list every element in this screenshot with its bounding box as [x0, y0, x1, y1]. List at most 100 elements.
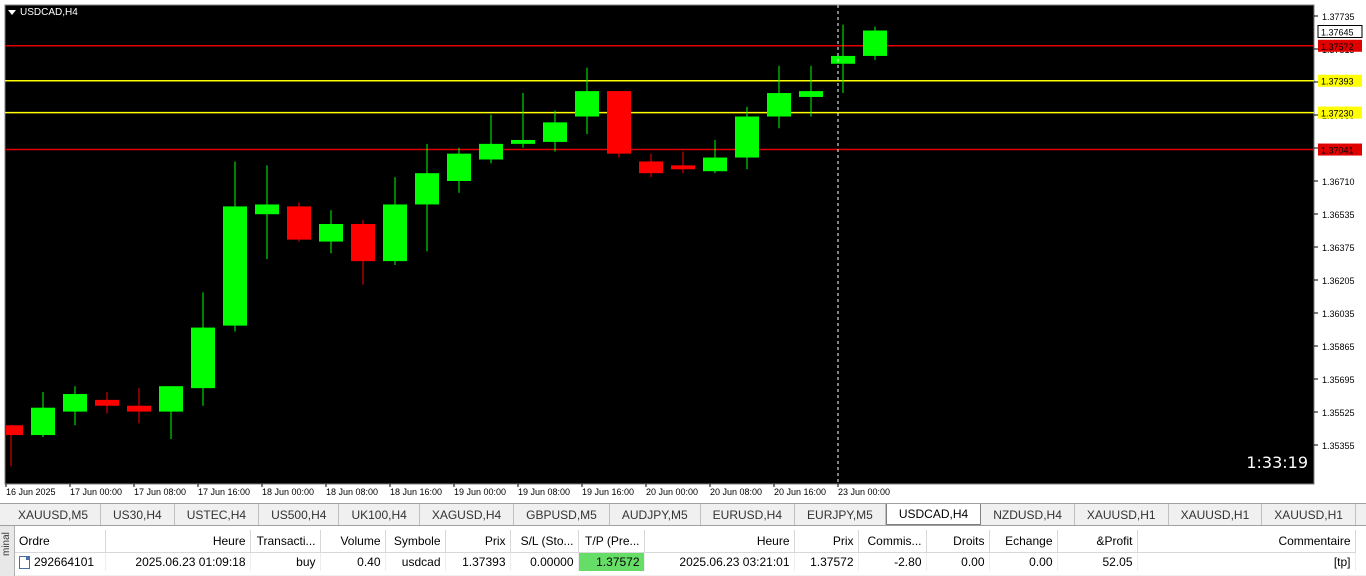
candle-body — [703, 157, 727, 172]
price-axis-label: 1.35355 — [1322, 441, 1355, 451]
tab-eurusd-h4[interactable]: EURUSD,H4 — [701, 504, 796, 525]
time-axis-label: 17 Jun 16:00 — [198, 487, 250, 497]
candle-body — [863, 30, 887, 56]
tab-us30-h4[interactable]: US30,H4 — [101, 504, 175, 525]
candle-body — [255, 204, 279, 215]
column-header[interactable]: &Profit — [1057, 530, 1138, 553]
sl-cell: 0.00000 — [510, 552, 579, 571]
tab-eurjpy-m5[interactable]: EURJPY,M5 — [795, 504, 886, 525]
swap-cell: 0.00 — [989, 552, 1058, 571]
time-axis-label: 20 Jun 08:00 — [710, 487, 762, 497]
time-axis-label: 17 Jun 00:00 — [70, 487, 122, 497]
candle-body — [639, 161, 663, 174]
open-price-cell: 1.37393 — [445, 552, 511, 571]
time-axis-label: 18 Jun 08:00 — [326, 487, 378, 497]
type-cell: buy — [250, 552, 321, 571]
column-header[interactable]: Echange — [989, 530, 1058, 553]
time-axis-label: 17 Jun 08:00 — [134, 487, 186, 497]
tab-xagusd-weekly[interactable]: XAGUSD,Weekly — [1356, 504, 1366, 525]
candle-body — [415, 173, 439, 205]
candle-body — [319, 223, 343, 242]
bar-countdown: 1:33:19 — [1246, 453, 1308, 472]
tab-xauusd-m5[interactable]: XAUUSD,M5 — [6, 504, 102, 525]
column-header[interactable]: Transacti... — [250, 530, 321, 553]
chart-window[interactable]: 1.377351.375151.373001.370801.368881.367… — [0, 0, 1366, 503]
chart-title: USDCAD,H4 — [8, 5, 78, 19]
time-axis-label: 23 Jun 00:00 — [838, 487, 890, 497]
column-header[interactable]: Commis... — [858, 530, 927, 553]
tab-us500-h4[interactable]: US500,H4 — [259, 504, 340, 525]
tab-usdcad-h4[interactable]: USDCAD,H4 — [885, 504, 982, 525]
price-axis-label: 1.36205 — [1322, 276, 1355, 286]
candle-body — [511, 139, 535, 144]
tab-gbpusd-m5[interactable]: GBPUSD,M5 — [514, 504, 610, 525]
comment-cell: [tp] — [1137, 552, 1356, 571]
price-axis-label: 1.35695 — [1322, 375, 1355, 385]
column-header[interactable]: T/P (Pre... — [578, 530, 645, 553]
tab-xauusd-h1[interactable]: XAUUSD,H1 — [1262, 504, 1356, 525]
candle-body — [735, 116, 759, 158]
tab-ustec-h4[interactable]: USTEC,H4 — [175, 504, 260, 525]
time-axis-label: 19 Jun 00:00 — [454, 487, 506, 497]
candle-body — [543, 122, 567, 142]
column-header[interactable]: Prix — [445, 530, 511, 553]
terminal-side-text: minal — [1, 532, 12, 556]
tab-xauusd-h1[interactable]: XAUUSD,H1 — [1075, 504, 1169, 525]
close-time-cell: 2025.06.23 03:21:01 — [644, 552, 795, 571]
level-price-text: 1.37393 — [1321, 77, 1354, 87]
tab-nzdusd-h4[interactable]: NZDUSD,H4 — [981, 504, 1075, 525]
document-icon — [19, 555, 30, 569]
order-cell: 292664101 — [15, 552, 106, 571]
candle-body — [287, 206, 311, 240]
dropdown-triangle-icon[interactable] — [8, 9, 16, 15]
column-header[interactable]: Droits — [926, 530, 990, 553]
level-price-text: 1.37230 — [1321, 109, 1354, 119]
price-chart[interactable]: 1.377351.375151.373001.370801.368881.367… — [0, 0, 1366, 503]
tab-xagusd-h4[interactable]: XAGUSD,H4 — [420, 504, 515, 525]
column-header[interactable]: Symbole — [385, 530, 446, 553]
price-axis-label: 1.36035 — [1322, 309, 1355, 319]
tab-xauusd-h1[interactable]: XAUUSD,H1 — [1169, 504, 1263, 525]
current-price-text: 1.37645 — [1321, 27, 1354, 37]
candle-body — [351, 223, 375, 262]
level-price-text: 1.37041 — [1321, 146, 1354, 156]
rights-cell: 0.00 — [926, 552, 990, 571]
column-header[interactable]: Heure — [644, 530, 795, 553]
column-header[interactable]: Ordre — [15, 530, 106, 553]
candle-body — [575, 91, 599, 117]
chart-plot-area — [5, 5, 1314, 484]
price-axis-label: 1.36375 — [1322, 243, 1355, 253]
candle-body — [95, 399, 119, 406]
column-header[interactable]: Prix — [794, 530, 859, 553]
commission-cell: -2.80 — [858, 552, 927, 571]
column-header[interactable]: S/L (Sto... — [510, 530, 579, 553]
candle-body — [63, 394, 87, 412]
candle-body — [383, 204, 407, 262]
time-axis-label: 18 Jun 16:00 — [390, 487, 442, 497]
tp-cell: 1.37572 — [578, 552, 645, 571]
candle-body — [191, 327, 215, 389]
column-header[interactable]: Commentaire — [1137, 530, 1356, 553]
candle-body — [223, 206, 247, 326]
table-header-row: Ordre Heure Transacti... Volume Symbole Prix S… — [15, 530, 1356, 553]
tab-audjpy-m5[interactable]: AUDJPY,M5 — [610, 504, 701, 525]
tab-uk100-h4[interactable]: UK100,H4 — [339, 504, 420, 525]
symbol-cell: usdcad — [385, 552, 446, 571]
candle-body — [479, 143, 503, 160]
time-axis-label: 20 Jun 00:00 — [646, 487, 698, 497]
price-axis-label: 1.35525 — [1322, 408, 1355, 418]
time-axis-label: 18 Jun 00:00 — [262, 487, 314, 497]
candle-body — [159, 386, 183, 412]
candle-body — [607, 91, 631, 154]
time-axis-label: 19 Jun 08:00 — [518, 487, 570, 497]
volume-cell: 0.40 — [320, 552, 386, 571]
column-header[interactable]: Volume — [320, 530, 386, 553]
close-price-cell: 1.37572 — [794, 552, 859, 571]
price-axis-label: 1.36535 — [1322, 210, 1355, 220]
candle-body — [671, 165, 695, 170]
table-row[interactable]: 292664101 2025.06.23 01:09:18 buy 0.40 u… — [15, 552, 1356, 571]
time-axis-label: 20 Jun 16:00 — [774, 487, 826, 497]
candle-body — [447, 153, 471, 181]
column-header[interactable]: Heure — [105, 530, 251, 553]
chart-tabs-bar: XAUUSD,M5 US30,H4 USTEC,H4 US500,H4 UK100,H4… — [0, 503, 1366, 525]
